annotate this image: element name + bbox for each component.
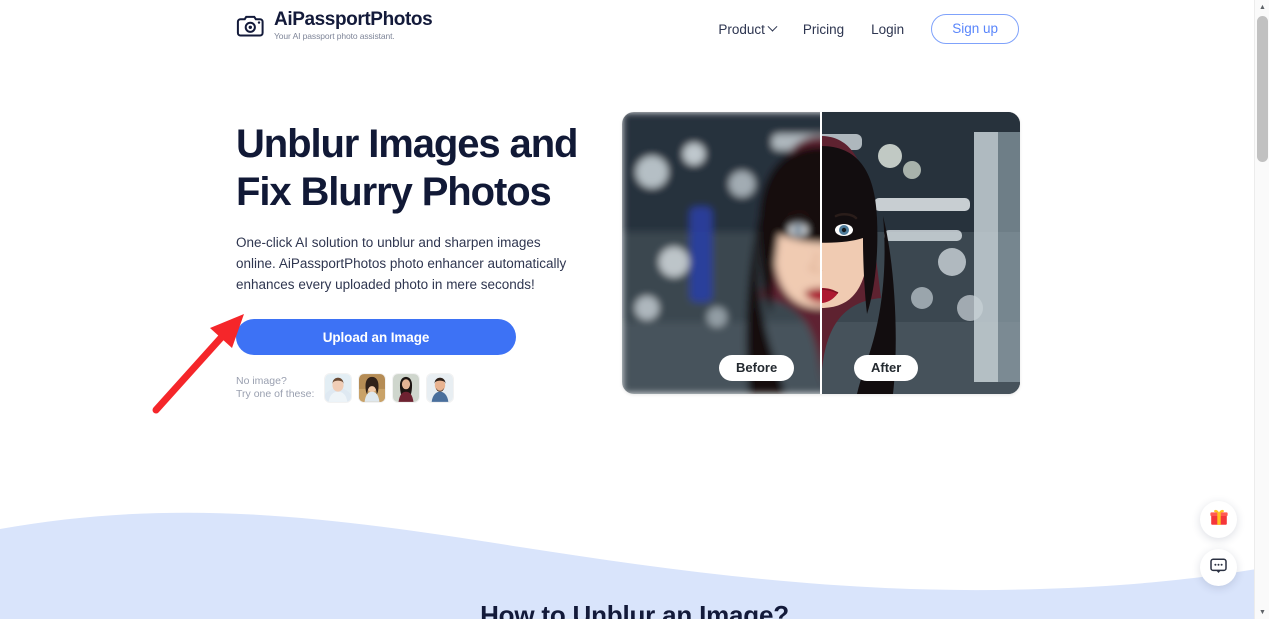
after-label: After bbox=[854, 355, 919, 381]
main-nav: Product Pricing Login Sign up bbox=[718, 14, 1019, 44]
chat-icon bbox=[1209, 556, 1228, 580]
sample-thumbnail-man-blue[interactable] bbox=[426, 373, 455, 403]
nav-item-login[interactable]: Login bbox=[871, 22, 904, 37]
sample-images-label: No image? Try one of these: bbox=[236, 375, 314, 401]
scrollbar-thumb[interactable] bbox=[1257, 16, 1268, 162]
upload-image-button[interactable]: Upload an Image bbox=[236, 319, 516, 355]
hero-subtitle-line-3: every uploaded photo in mere seconds! bbox=[298, 277, 535, 292]
sample-thumbnail-woman-dark[interactable] bbox=[392, 373, 421, 403]
scrollbar-down-arrow-icon[interactable]: ▼ bbox=[1255, 605, 1269, 619]
nav-item-product-label: Product bbox=[718, 21, 765, 37]
scrollbar-up-arrow-icon[interactable]: ▲ bbox=[1255, 0, 1269, 14]
sample-thumbnail-woman-curly[interactable] bbox=[358, 373, 387, 403]
hero-subtitle: One-click AI solution to unblur and shar… bbox=[236, 232, 584, 295]
site-header: AiPassportPhotos Your AI passport photo … bbox=[0, 0, 1251, 56]
brand-logo[interactable]: AiPassportPhotos Your AI passport photo … bbox=[236, 9, 433, 42]
nav-item-product[interactable]: Product bbox=[718, 21, 778, 37]
hero-title-line-2: Fix Blurry Photos bbox=[236, 170, 552, 214]
sample-thumbnail-child[interactable] bbox=[324, 373, 353, 403]
sample-label-line-1: No image? bbox=[236, 375, 287, 387]
before-after-image[interactable]: Before After bbox=[622, 112, 1020, 394]
sample-images-row: No image? Try one of these: bbox=[236, 373, 596, 403]
scrollbar[interactable]: ▲ ▼ bbox=[1254, 0, 1269, 619]
gift-icon bbox=[1209, 507, 1229, 532]
next-section-title: How to Unblur an Image? bbox=[480, 600, 789, 619]
hero-title-line-1: Unblur Images and bbox=[236, 122, 578, 166]
gift-button[interactable] bbox=[1200, 501, 1237, 538]
signup-button[interactable]: Sign up bbox=[931, 14, 1019, 44]
brand-tagline: Your AI passport photo assistant. bbox=[274, 31, 395, 41]
hero-content: Unblur Images and Fix Blurry Photos One-… bbox=[236, 120, 596, 403]
before-label: Before bbox=[719, 355, 795, 381]
nav-item-pricing[interactable]: Pricing bbox=[803, 22, 844, 37]
brand-name: AiPassportPhotos bbox=[274, 9, 433, 30]
camera-icon bbox=[236, 12, 266, 40]
sample-thumbnails bbox=[324, 373, 455, 403]
page-title: Unblur Images and Fix Blurry Photos bbox=[236, 120, 596, 216]
sample-label-line-2: Try one of these: bbox=[236, 388, 315, 400]
chat-button[interactable] bbox=[1200, 549, 1237, 586]
chevron-down-icon bbox=[767, 21, 778, 32]
page-root: How to Unblur an Image? AiPassportPhotos… bbox=[0, 0, 1269, 619]
